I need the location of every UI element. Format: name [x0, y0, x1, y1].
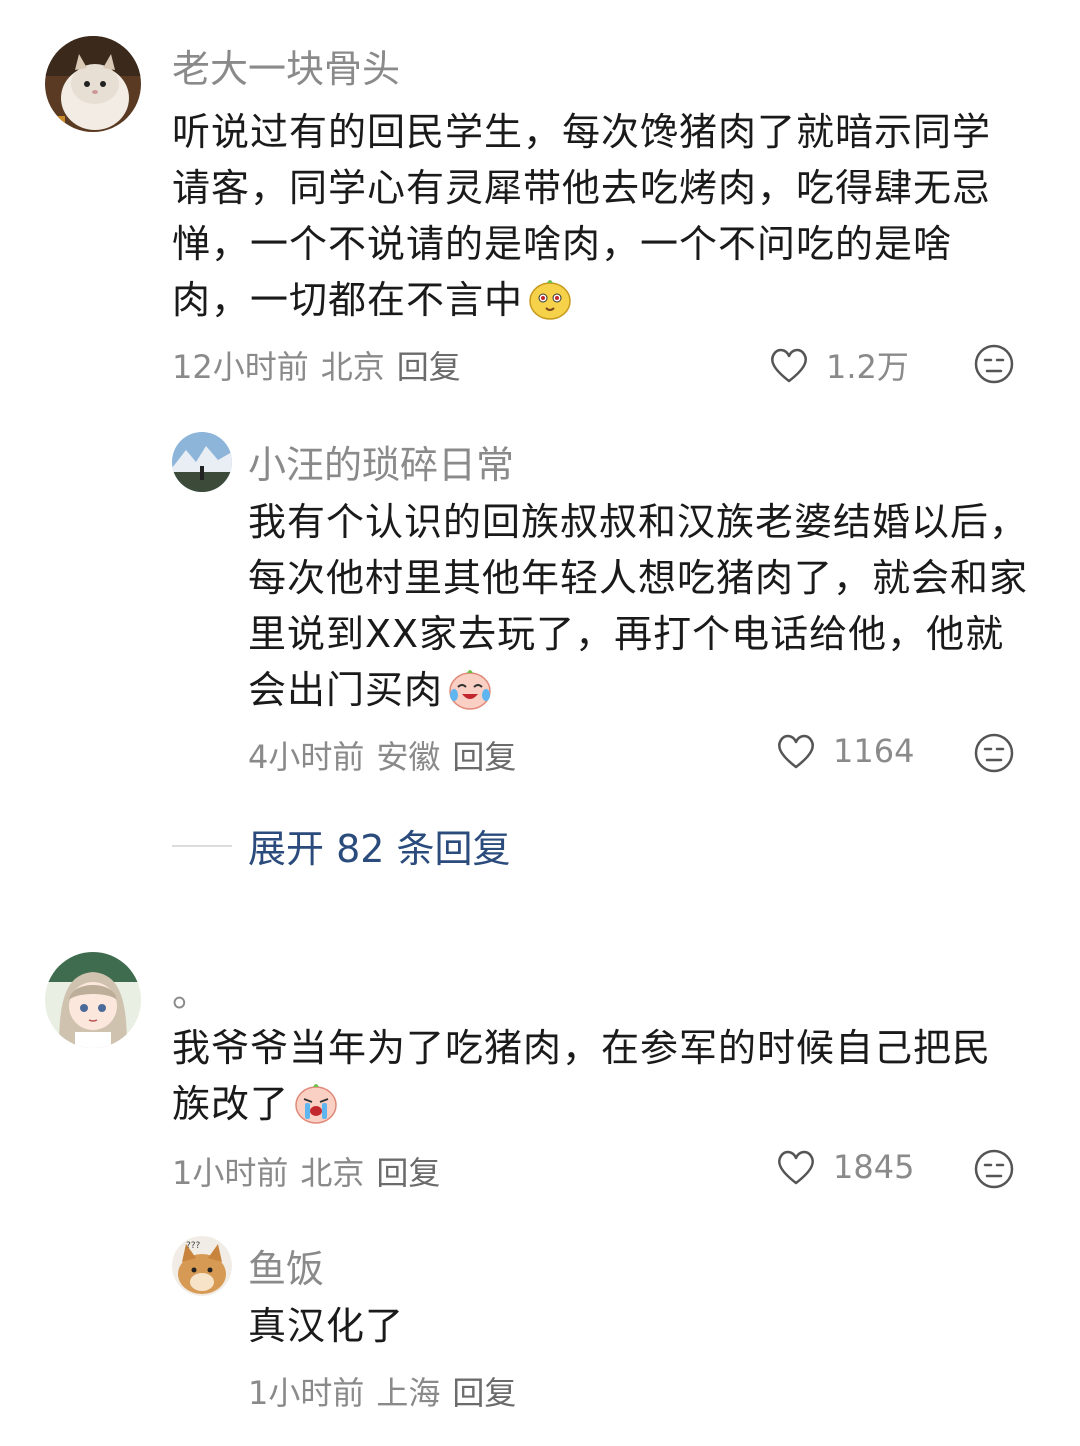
expand-replies-button[interactable]: 展开 82 条回复: [172, 818, 511, 873]
like-button[interactable]: 1164: [775, 732, 914, 770]
like-count: 1845: [833, 1148, 915, 1186]
reply-button[interactable]: 回复: [452, 1374, 516, 1412]
location: 上海: [376, 1374, 441, 1412]
reply-button[interactable]: 回复: [376, 1154, 440, 1192]
avatar[interactable]: [172, 432, 232, 492]
reply-button[interactable]: 回复: [452, 738, 516, 776]
comment-text: 真汉化了: [248, 1298, 1028, 1354]
comment-text: 听说过有的回民学生，每次馋猪肉了就暗示同学请客，同学心有灵犀带他去吃烤肉，吃得肆…: [172, 104, 1022, 328]
avatar[interactable]: [45, 36, 141, 132]
expand-replies-label: 展开 82 条回复: [248, 827, 511, 871]
username[interactable]: 小汪的琐碎日常: [248, 434, 514, 489]
comment-meta: 1小时前 上海 回复: [248, 1368, 528, 1414]
comment-text-content: 听说过有的回民学生，每次馋猪肉了就暗示同学请客，同学心有灵犀带他去吃烤肉，吃得肆…: [172, 110, 992, 322]
cute-face-emoji-icon: [527, 275, 573, 321]
avatar[interactable]: [45, 952, 141, 1048]
location: 安徽: [376, 738, 441, 776]
divider-line: [172, 844, 232, 847]
heart-icon: [778, 734, 814, 769]
like-button[interactable]: 1.2万: [768, 342, 909, 388]
timestamp: 1小时前: [172, 1154, 289, 1192]
dislike-face-icon[interactable]: [973, 1148, 1015, 1190]
svg-text:???: ???: [186, 1241, 201, 1251]
timestamp: 12小时前: [172, 348, 309, 386]
comment-meta: 12小时前 北京 回复: [172, 342, 473, 388]
heart-icon: [771, 348, 807, 383]
dislike-face-icon[interactable]: [973, 343, 1015, 385]
location: 北京: [320, 348, 385, 386]
avatar[interactable]: ???: [172, 1236, 232, 1296]
reply-button[interactable]: 回复: [397, 348, 461, 386]
location: 北京: [300, 1154, 365, 1192]
crying-emoji-icon: [293, 1079, 339, 1125]
comment-text-content: 真汉化了: [248, 1304, 405, 1348]
timestamp: 1小时前: [248, 1374, 365, 1412]
comment-text-content: 我有个认识的回族叔叔和汉族老婆结婚以后，每次他村里其他年轻人想吃猪肉了，就会和家…: [248, 500, 1029, 712]
username[interactable]: 老大一块骨头: [172, 38, 400, 93]
comment-meta: 1小时前 北京 回复: [172, 1148, 452, 1194]
comment-text: 我爷爷当年为了吃猪肉，在参军的时候自己把民族改了: [172, 1020, 1022, 1132]
username[interactable]: 鱼饭: [248, 1238, 324, 1293]
timestamp: 4小时前: [248, 738, 365, 776]
like-count: 1164: [833, 732, 915, 770]
comment-text: 我有个认识的回族叔叔和汉族老婆结婚以后，每次他村里其他年轻人想吃猪肉了，就会和家…: [248, 494, 1028, 718]
heart-icon: [778, 1150, 814, 1185]
comment-meta: 4小时前 安徽 回复: [248, 732, 528, 778]
like-button[interactable]: 1845: [775, 1148, 914, 1186]
like-count: 1.2万: [826, 348, 909, 386]
dislike-face-icon[interactable]: [973, 732, 1015, 774]
laugh-cry-emoji-icon: [447, 665, 493, 711]
username[interactable]: 。: [172, 962, 210, 1017]
